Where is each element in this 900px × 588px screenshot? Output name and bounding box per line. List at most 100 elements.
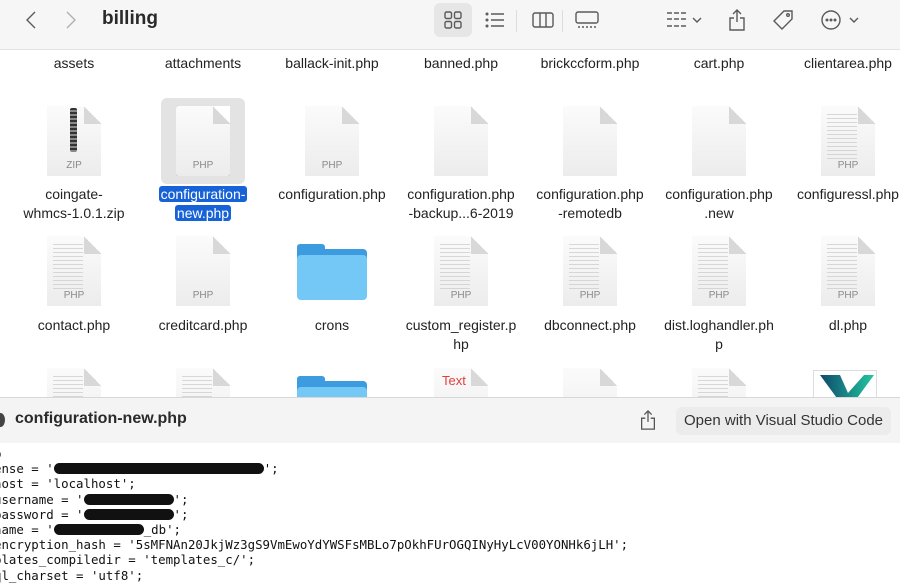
page-fold	[342, 106, 359, 124]
text-badge: Text	[442, 373, 466, 388]
code-line: encryption_hash = '5sMFNAn20JkjWz3gS9VmE…	[0, 537, 629, 553]
share-icon[interactable]	[638, 410, 658, 430]
file-type-label: PHP	[63, 290, 85, 301]
file-item[interactable]: configuration.php .new	[654, 185, 784, 223]
more-actions-button[interactable]	[816, 0, 864, 40]
file-type-label: PHP	[192, 290, 214, 301]
file-item[interactable]: assets	[9, 54, 139, 73]
file-name-line: hp	[453, 336, 469, 352]
file-name-line: whmcs-1.0.1.zip	[23, 205, 125, 221]
file-name-line: .new	[704, 205, 734, 221]
file-name: brickccform.php	[540, 55, 640, 71]
file-name: attachments	[164, 55, 242, 71]
file-item[interactable]: custom_register.p hp	[396, 316, 526, 354]
share-icon	[729, 9, 745, 31]
file-type-label: PHP	[450, 290, 472, 301]
page-fold	[858, 106, 875, 124]
forward-button[interactable]	[58, 0, 84, 40]
document-icon: PHP	[47, 236, 101, 306]
page-fold	[600, 368, 617, 386]
columns-icon	[532, 12, 554, 28]
code-line: plates_compiledir = 'templates_c/';	[0, 552, 256, 568]
list-view-button[interactable]	[478, 0, 512, 40]
file-name-line: -backup...6-2019	[408, 205, 514, 221]
document-icon	[563, 368, 617, 400]
file-type-label: ZIP	[66, 160, 82, 171]
icon-view-button[interactable]	[434, 3, 472, 37]
group-icon	[667, 12, 702, 27]
open-with-vscode-button[interactable]: Open with Visual Studio Code	[676, 407, 892, 435]
text-preview-lines	[827, 244, 857, 292]
zipper-graphic	[70, 108, 77, 152]
file-item[interactable]: clientarea.php	[783, 54, 900, 73]
document-icon: PHP	[176, 236, 230, 306]
file-name-line: configuration.php	[665, 186, 773, 202]
document-icon: PHP	[821, 106, 875, 176]
page-fold	[471, 368, 488, 386]
text-preview-lines	[53, 244, 83, 292]
zip-file-icon: ZIP	[47, 106, 101, 176]
file-item[interactable]: configuration.php -remotedb	[525, 185, 655, 223]
file-item[interactable]: creditcard.php	[138, 316, 268, 335]
file-item[interactable]: dl.php	[783, 316, 900, 335]
file-item[interactable]: coingate-whmcs-1.0.1.zip	[9, 185, 139, 223]
text-preview-lines	[569, 244, 599, 292]
file-item[interactable]: configuration.php -backup...6-2019	[396, 185, 526, 223]
page-fold	[729, 106, 746, 124]
page-fold	[729, 368, 746, 386]
file-name-line: configuration-	[158, 186, 248, 202]
document-icon: PHP	[47, 368, 101, 400]
document-icon: PHP	[305, 106, 359, 176]
file-name-line: coingate-	[45, 186, 103, 202]
file-item[interactable]: dist.loghandler.ph p	[654, 316, 784, 354]
grid-icon	[444, 11, 462, 29]
document-icon: PHP	[692, 236, 746, 306]
file-item[interactable]: contact.php	[9, 316, 139, 335]
code-line: username = ' ';	[0, 491, 189, 507]
tag-button[interactable]	[766, 0, 800, 40]
code-line: ql_charset = 'utf8';	[0, 567, 144, 583]
file-name: cart.php	[693, 55, 745, 71]
file-item[interactable]: brickccform.php	[525, 54, 655, 73]
file-type-label: PHP	[708, 290, 730, 301]
image-thumbnail	[813, 370, 877, 400]
file-item[interactable]: attachments	[138, 54, 268, 73]
page-fold	[213, 368, 230, 386]
document-icon	[434, 106, 488, 176]
back-button[interactable]	[18, 0, 44, 40]
page-fold	[600, 106, 617, 124]
file-type-label: PHP	[837, 290, 859, 301]
logo-icon	[820, 375, 874, 400]
file-item[interactable]: crons	[267, 316, 397, 335]
divider	[562, 10, 563, 32]
document-icon: PHP	[821, 236, 875, 306]
file-item[interactable]: dbconnect.php	[525, 316, 655, 335]
document-icon: PHP	[563, 236, 617, 306]
file-name-line: new.php	[174, 205, 232, 221]
code-preview: pense = '';host = 'localhost';username =…	[0, 446, 628, 583]
file-type-label: PHP	[321, 160, 343, 171]
gallery-view-button[interactable]	[568, 0, 606, 40]
file-item[interactable]: banned.php	[396, 54, 526, 73]
more-icon	[821, 10, 859, 30]
file-item[interactable]: cart.php	[654, 54, 784, 73]
share-button[interactable]	[722, 0, 752, 40]
text-preview-lines	[698, 244, 728, 292]
file-type-label: PHP	[192, 160, 214, 171]
file-item[interactable]: configuration.php	[267, 185, 397, 204]
file-item[interactable]: configuressl.php	[783, 185, 900, 204]
code-line: password = ' ';	[0, 506, 189, 522]
close-button[interactable]	[0, 413, 5, 427]
tag-icon	[773, 10, 793, 30]
quicklook-title: configuration-new.php	[15, 410, 187, 427]
file-item[interactable]: configuration-new.php	[138, 185, 268, 223]
file-item[interactable]: ballack-init.php	[267, 54, 397, 73]
file-name: clientarea.php	[804, 55, 892, 71]
column-view-button[interactable]	[526, 0, 560, 40]
file-type-label: PHP	[579, 290, 601, 301]
file-name-line: dist.loghandler.ph	[664, 317, 774, 333]
group-by-button[interactable]	[662, 0, 706, 40]
document-icon	[563, 106, 617, 176]
text-preview-lines	[440, 244, 470, 292]
redaction-mark	[53, 463, 264, 475]
